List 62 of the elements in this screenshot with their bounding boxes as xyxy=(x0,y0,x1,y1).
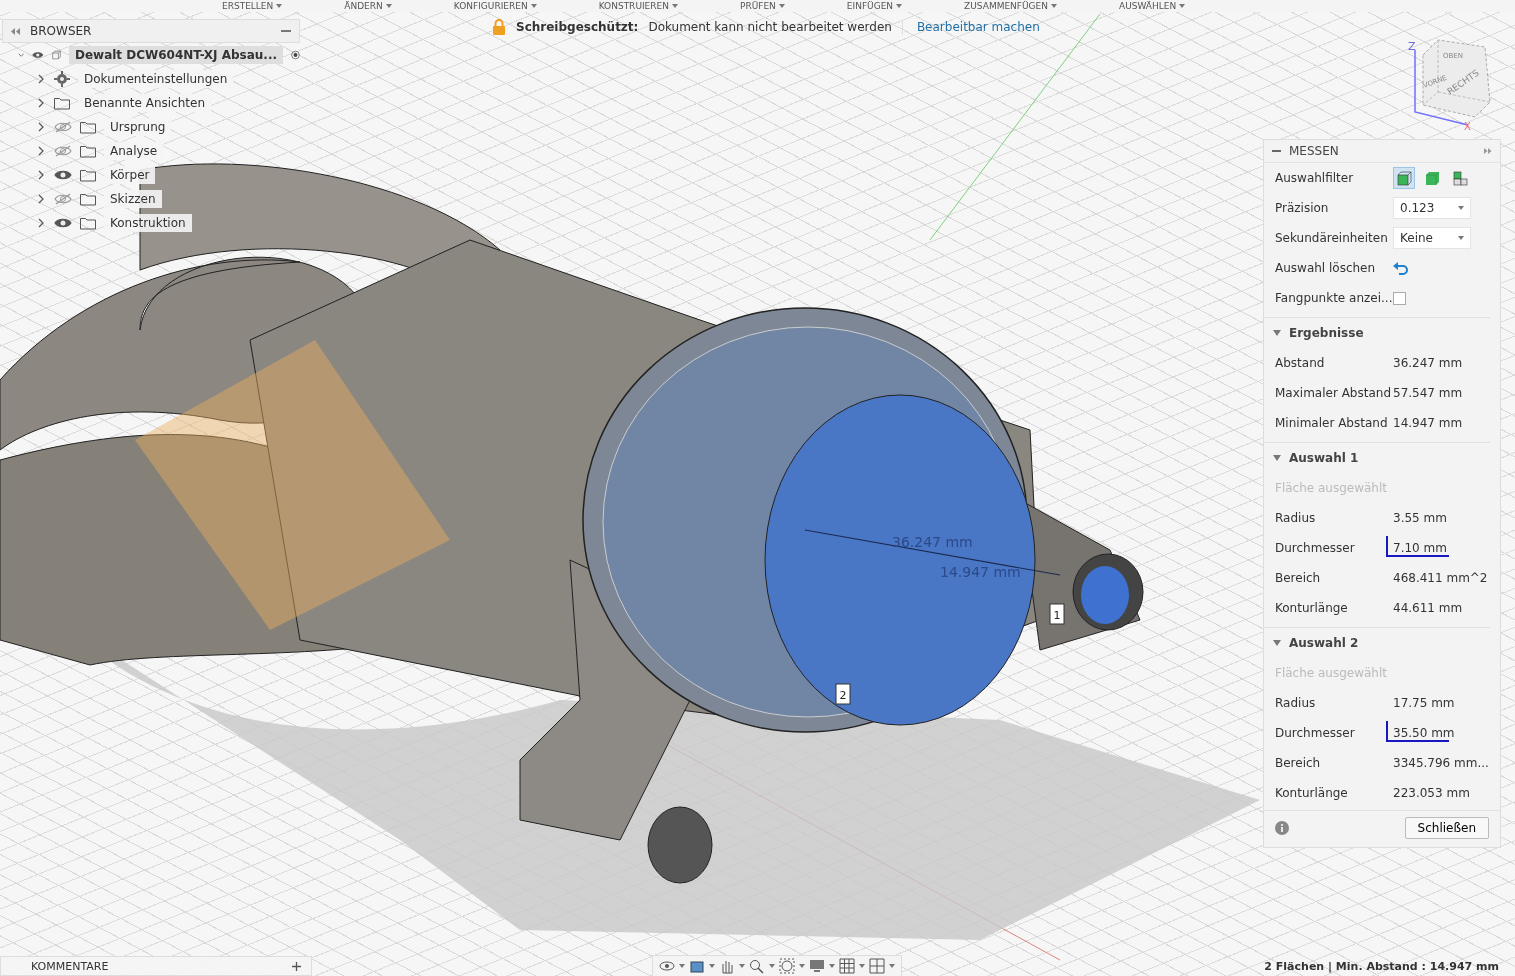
comments-title: KOMMENTARE xyxy=(31,959,109,973)
result-label: Radius xyxy=(1275,511,1317,525)
result-label: Maximaler Abstand xyxy=(1275,386,1392,400)
result-label: Durchmesser xyxy=(1275,541,1356,555)
dimension-label: 14.947 mm xyxy=(940,564,1021,580)
result-value: 14.947 mm xyxy=(1393,416,1463,430)
selection-marker[interactable]: 2 xyxy=(835,683,851,705)
readonly-message: Dokument kann nicht bearbeitet werden xyxy=(648,20,892,34)
result-label: Bereich xyxy=(1275,756,1322,770)
result-value: 57.547 mm xyxy=(1393,386,1463,400)
readonly-title: Schreibgeschützt: xyxy=(516,20,639,34)
dimension-label: 36.247 mm xyxy=(892,534,973,550)
result-value: 3345.796 mm... xyxy=(1393,756,1489,770)
close-button[interactable]: Schließen xyxy=(1404,817,1489,839)
toolbar-menu[interactable]: KONFIGURIEREN xyxy=(453,0,537,12)
field-label: Fangpunkte anzei... xyxy=(1275,291,1393,305)
tree-item[interactable]: Dokumenteinstellungen xyxy=(78,70,234,88)
section-header[interactable]: Auswahl 2 xyxy=(1264,628,1500,658)
toolbar-menu[interactable]: KONSTRUIEREN xyxy=(598,0,678,12)
result-value: 17.75 mm xyxy=(1393,696,1455,710)
toolbar-menu[interactable]: PRÜFEN xyxy=(740,0,785,12)
tree-item[interactable]: Konstruktion xyxy=(104,214,192,232)
result-value: 7.10 mm xyxy=(1393,541,1447,555)
result-value: 36.247 mm xyxy=(1393,356,1463,370)
field-label: Sekundäreinheiten xyxy=(1275,231,1389,245)
toolbar-menu[interactable]: ERSTELLEN xyxy=(222,0,283,12)
selection-subtitle: Fläche ausgewählt xyxy=(1274,480,1388,497)
browser-title: BROWSER xyxy=(30,24,93,38)
tree-item[interactable]: Benannte Ansichten xyxy=(78,94,211,112)
panel-title: MESSEN xyxy=(1289,144,1340,158)
result-label: Radius xyxy=(1275,696,1317,710)
toolbar-menu[interactable]: ZUSAMMENFÜGEN xyxy=(964,0,1057,12)
result-label: Abstand xyxy=(1275,356,1326,370)
section-header[interactable]: Ergebnisse xyxy=(1264,318,1500,348)
toolbar-menu[interactable]: AUSWÄHLEN xyxy=(1119,0,1186,12)
tree-item[interactable]: Körper xyxy=(104,166,156,184)
result-value: 44.611 mm xyxy=(1393,601,1463,615)
selection-subtitle: Fläche ausgewählt xyxy=(1274,665,1388,682)
tree-item[interactable]: Analyse xyxy=(104,142,164,160)
status-text: 2 Flächen | Min. Abstand : 14.947 mm xyxy=(1264,959,1500,973)
result-value: 3.55 mm xyxy=(1393,511,1447,525)
result-value: 468.411 mm^2 xyxy=(1393,571,1488,585)
result-label: Minimaler Abstand xyxy=(1275,416,1389,430)
tree-item[interactable]: Dewalt DCW604NT-XJ Absau... xyxy=(68,46,283,64)
tree-item[interactable]: Skizzen xyxy=(104,190,162,208)
toolbar-menu[interactable]: ÄNDERN xyxy=(344,0,392,12)
result-label: Bereich xyxy=(1275,571,1322,585)
result-label: Durchmesser xyxy=(1275,726,1356,740)
precision-dropdown[interactable]: 0.123 xyxy=(1393,197,1471,219)
result-label: Konturlänge xyxy=(1275,786,1349,800)
field-label: Auswahl löschen xyxy=(1275,261,1377,275)
toolbar-menu[interactable]: EINFÜGEN xyxy=(846,0,903,12)
result-value: 35.50 mm xyxy=(1393,726,1455,740)
result-value: 223.053 mm xyxy=(1393,786,1470,800)
section-header[interactable]: Auswahl 1 xyxy=(1264,443,1500,473)
units-dropdown[interactable]: Keine xyxy=(1393,227,1471,249)
field-label: Auswahlfilter xyxy=(1275,171,1355,185)
selection-marker[interactable]: 1 xyxy=(1049,603,1065,625)
field-label: Präzision xyxy=(1275,201,1330,215)
tree-item[interactable]: Ursprung xyxy=(104,118,172,136)
result-label: Konturlänge xyxy=(1275,601,1349,615)
make-editable-link[interactable]: Bearbeitbar machen xyxy=(901,20,1040,34)
